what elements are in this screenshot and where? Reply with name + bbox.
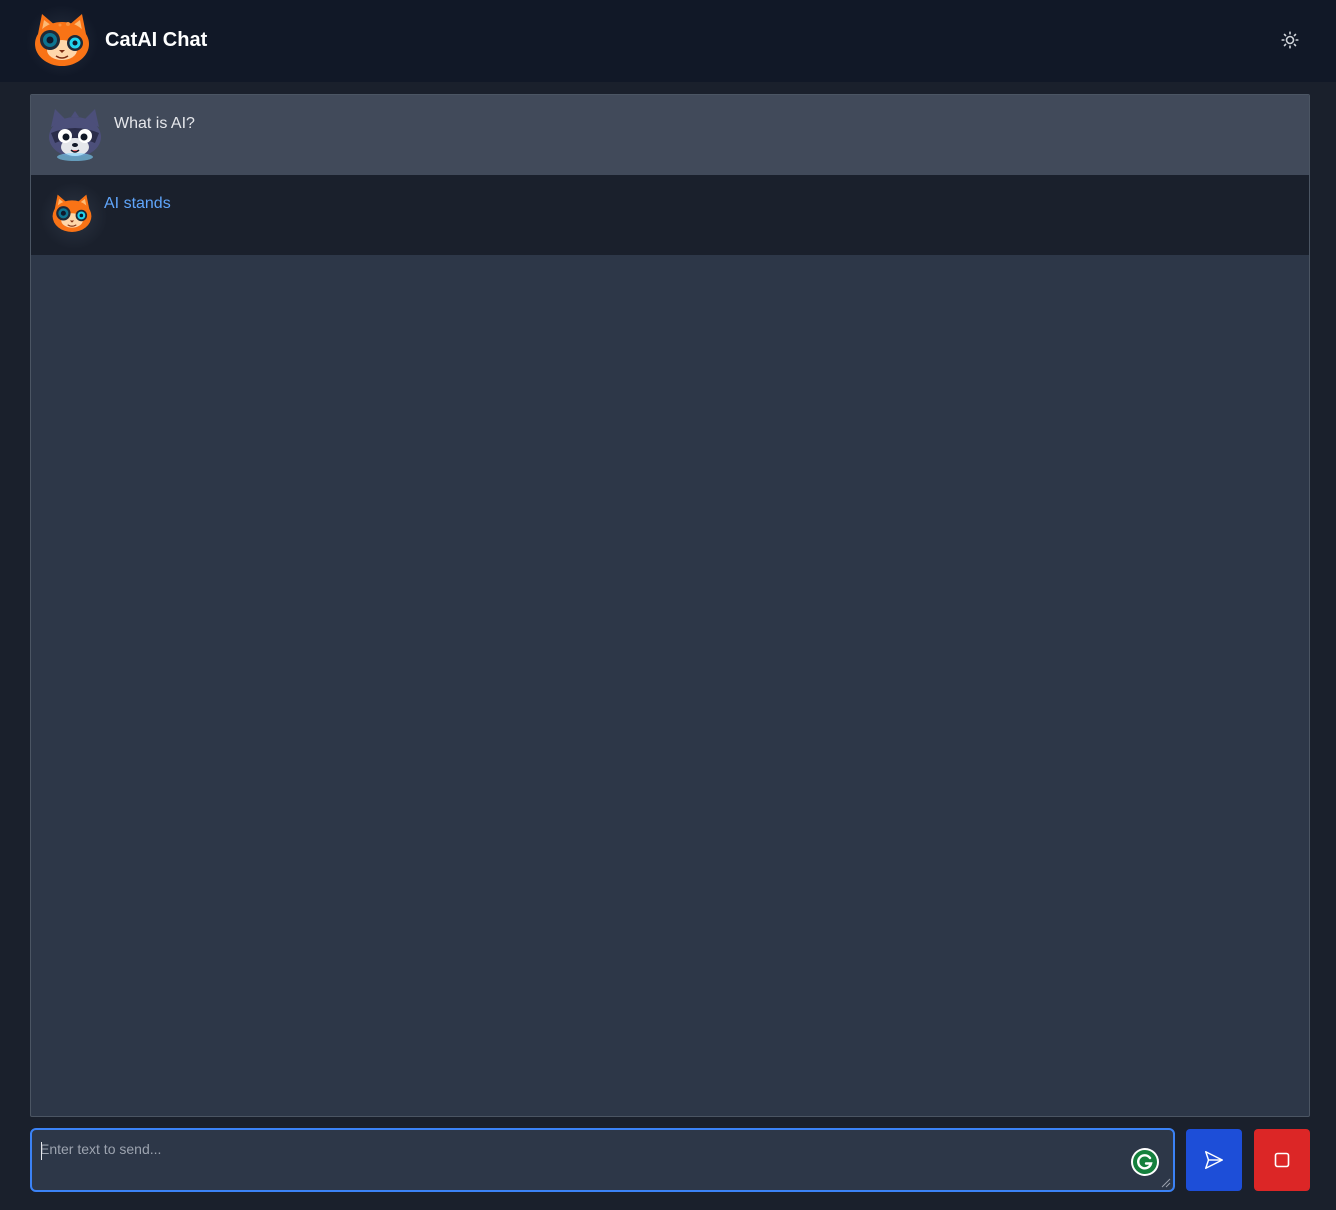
user-message-text: What is AI? [114, 115, 195, 132]
user-message: What is AI? [31, 95, 1309, 175]
orange-cat-avatar-icon [39, 183, 109, 249]
message-input[interactable] [32, 1130, 1173, 1190]
chat-history-panel[interactable]: What is AI? AI stands [30, 94, 1310, 1117]
theme-toggle-button[interactable] [1278, 28, 1302, 52]
assistant-message: AI stands [31, 175, 1309, 255]
orange-cat-logo-icon [24, 6, 100, 76]
grammarly-icon[interactable] [1130, 1147, 1160, 1177]
app-header: CatAI Chat [0, 0, 1336, 82]
stop-icon [1274, 1152, 1290, 1168]
message-input-container[interactable] [30, 1128, 1175, 1192]
app-title: CatAI Chat [105, 29, 208, 51]
stop-button[interactable] [1254, 1129, 1310, 1191]
assistant-message-text: AI stands [104, 195, 171, 212]
resize-handle-icon[interactable] [1161, 1178, 1171, 1188]
text-caret [41, 1142, 42, 1160]
raccoon-avatar-icon [45, 109, 105, 166]
send-button[interactable] [1186, 1129, 1242, 1191]
sun-icon [1281, 31, 1299, 49]
send-icon [1205, 1151, 1223, 1169]
